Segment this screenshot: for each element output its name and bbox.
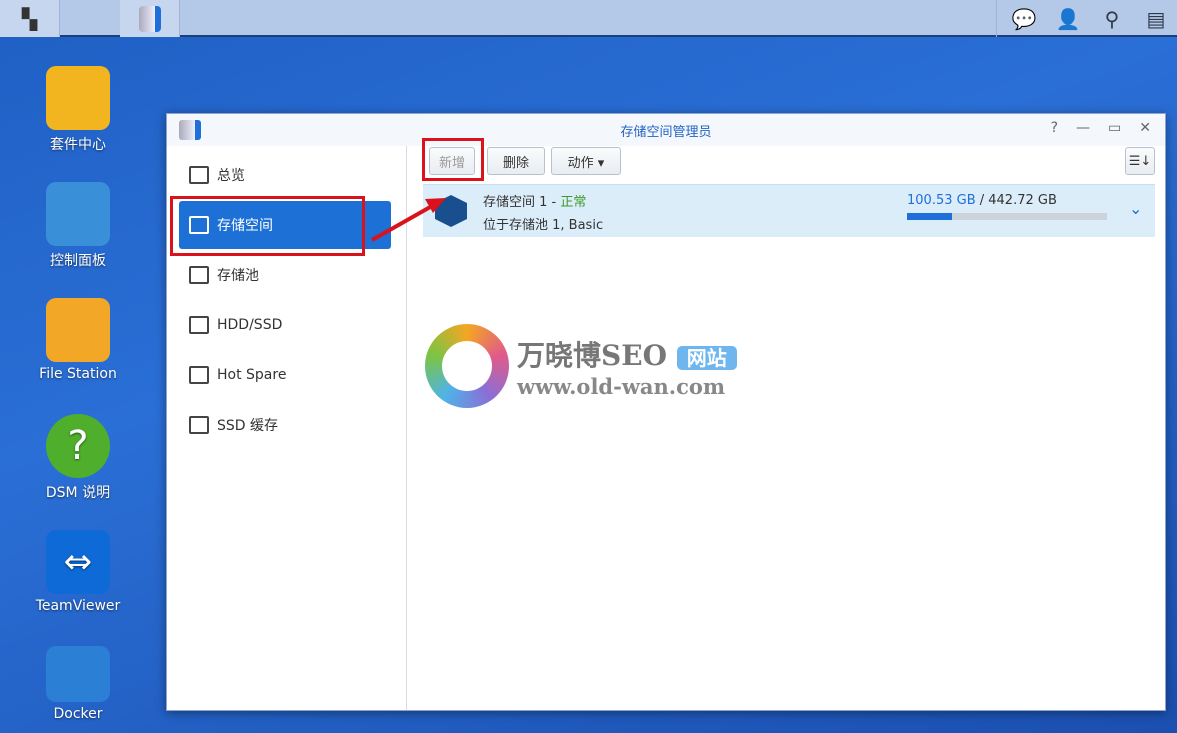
annotation-arrow bbox=[371, 198, 446, 242]
